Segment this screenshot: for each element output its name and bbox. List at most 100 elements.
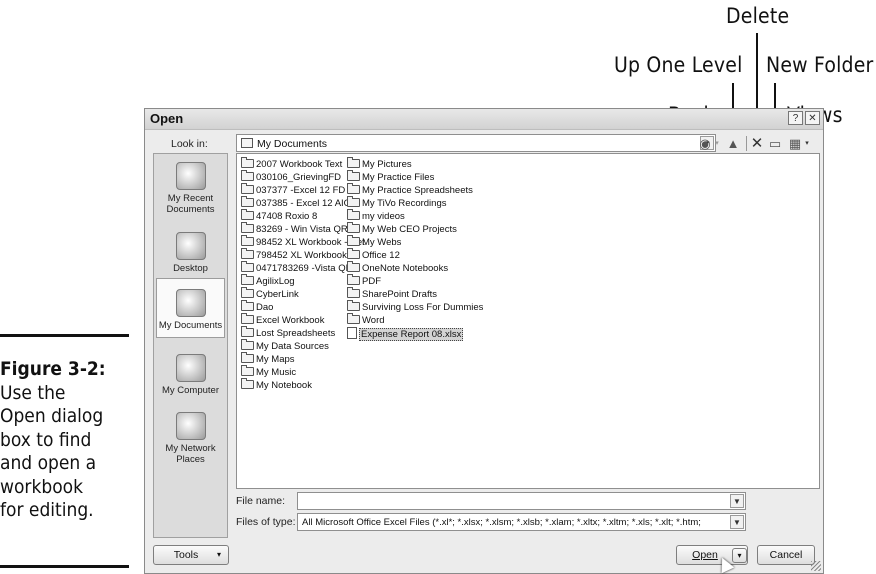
open-dropdown-button[interactable]: ▾ — [732, 548, 747, 563]
folder-icon — [241, 196, 254, 207]
list-item-label: 0471783269 -Vista QR — [256, 263, 353, 274]
cancel-button-label: Cancel — [769, 549, 803, 561]
list-item[interactable]: Office 12 — [347, 248, 400, 262]
list-item[interactable]: 2007 Workbook Text — [241, 157, 342, 171]
folder-icon — [241, 261, 254, 272]
list-item-selected[interactable]: Expense Report 08.xlsx — [347, 327, 464, 341]
delete-x-icon[interactable]: ✕ — [749, 136, 765, 151]
help-icon[interactable]: ? — [788, 111, 803, 125]
list-item[interactable]: 037385 - Excel 12 AIO — [241, 196, 352, 210]
chevron-down-icon: ▾ — [216, 550, 221, 559]
look-in-combo[interactable]: My Documents ▼ — [236, 134, 716, 152]
list-item[interactable]: My Practice Files — [347, 170, 434, 184]
tivo-folder-icon — [347, 196, 360, 207]
files-of-type-select[interactable]: All Microsoft Office Excel Files (*.xl*;… — [297, 513, 746, 531]
close-icon[interactable]: ✕ — [805, 111, 820, 125]
list-item-label: 798452 XL Workbook — [256, 250, 347, 261]
folder-icon — [241, 222, 254, 233]
place-my-documents[interactable]: My Documents — [156, 278, 225, 338]
list-item[interactable]: AgilixLog — [241, 274, 295, 288]
folder-icon — [241, 209, 254, 220]
list-item[interactable]: My Data Sources — [241, 339, 329, 353]
list-item-label: Dao — [256, 302, 274, 313]
folder-icon — [347, 222, 360, 233]
list-item[interactable]: SharePoint Drafts — [347, 287, 437, 301]
place-label: My Computer — [161, 385, 219, 396]
list-item[interactable]: CyberLink — [241, 287, 299, 301]
resize-grip-icon[interactable] — [811, 561, 821, 571]
list-item[interactable]: 83269 - Win Vista QR — [241, 222, 348, 236]
list-item-label: PDF — [362, 276, 381, 287]
back-dropdown-icon[interactable]: ▾ — [713, 137, 721, 151]
list-item-label: Expense Report 08.xlsx — [359, 328, 464, 341]
folder-icon — [347, 300, 360, 311]
figure-number: Figure 3-2: — [0, 358, 106, 380]
new-folder-icon[interactable]: ▭ — [767, 137, 783, 151]
folder-icon — [241, 274, 254, 285]
list-item[interactable]: My Practice Spreadsheets — [347, 183, 473, 197]
up-one-level-icon[interactable]: ▲ — [725, 137, 741, 151]
back-arrow-icon[interactable]: ◉ — [697, 137, 713, 151]
files-of-type-label: Files of type: — [236, 516, 296, 528]
list-item-label: My Music — [256, 367, 297, 378]
list-item-label: My Pictures — [362, 159, 412, 170]
recent-documents-icon — [175, 162, 206, 190]
list-item[interactable]: OneNote Notebooks — [347, 261, 448, 275]
list-item-label: AgilixLog — [256, 276, 295, 287]
caption-bottom-rule — [0, 565, 129, 568]
place-label: My Network Places — [165, 443, 216, 465]
list-item[interactable]: My Web CEO Projects — [347, 222, 457, 236]
list-item-label: My Notebook — [256, 380, 312, 391]
caption-line-1: Use the — [0, 381, 66, 404]
list-item[interactable]: 030106_GrievingFD — [241, 170, 341, 184]
network-places-icon — [175, 412, 206, 440]
list-item[interactable]: My TiVo Recordings — [347, 196, 446, 210]
file-list[interactable]: 2007 Workbook Text 030106_GrievingFD 037… — [236, 153, 820, 489]
list-item[interactable]: 47408 Roxio 8 — [241, 209, 318, 223]
list-item[interactable]: Excel Workbook — [241, 313, 324, 327]
list-item[interactable]: My Maps — [241, 352, 295, 366]
list-item[interactable]: Word — [347, 313, 385, 327]
list-item[interactable]: My Notebook — [241, 378, 312, 392]
list-item[interactable]: 037377 -Excel 12 FD — [241, 183, 345, 197]
my-computer-icon — [175, 354, 206, 382]
list-item-label: SharePoint Drafts — [362, 289, 437, 300]
callout-up-one-level: Up One Level — [614, 53, 743, 77]
folder-icon — [347, 170, 360, 181]
place-my-computer[interactable]: My Computer — [156, 354, 225, 396]
list-item[interactable]: 798452 XL Workbook — [241, 248, 347, 262]
list-item[interactable]: Surviving Loss For Dummies — [347, 300, 483, 314]
folder-icon — [241, 300, 254, 311]
folder-icon — [241, 378, 254, 389]
place-label: Desktop — [173, 263, 208, 274]
folder-icon — [347, 261, 360, 272]
list-item-label: Word — [362, 315, 385, 326]
dialog-title: Open — [150, 111, 184, 126]
caption-line-5: workbook — [0, 475, 84, 498]
excel-file-icon — [347, 327, 357, 339]
place-desktop[interactable]: Desktop — [156, 232, 225, 274]
file-name-field[interactable]: ▼ — [297, 492, 746, 510]
list-item[interactable]: my videos — [347, 209, 405, 223]
list-item[interactable]: Lost Spreadsheets — [241, 326, 335, 340]
list-item[interactable]: My Music — [241, 365, 297, 379]
list-item[interactable]: 0471783269 -Vista QR — [241, 261, 353, 275]
views-icon[interactable]: ▦ — [787, 137, 803, 151]
tools-button[interactable]: Tools ▾ — [153, 545, 229, 565]
open-dialog: Open ? ✕ Look in: My Documents ▼ ◉ ▾ ▲ ✕… — [144, 108, 824, 574]
list-item-label: 47408 Roxio 8 — [256, 211, 318, 222]
list-item-label: 037385 - Excel 12 AIO — [256, 198, 352, 209]
cancel-button[interactable]: Cancel — [757, 545, 815, 565]
open-button-label: Open — [692, 549, 718, 561]
place-my-network-places[interactable]: My Network Places — [156, 412, 225, 465]
list-item[interactable]: My Pictures — [347, 157, 412, 171]
desktop-icon — [175, 232, 206, 260]
file-name-label: File name: — [236, 495, 286, 507]
caption-line-2: Open dialog — [0, 405, 104, 427]
views-dropdown-icon[interactable]: ▾ — [803, 137, 811, 151]
place-my-recent-documents[interactable]: My Recent Documents — [156, 162, 225, 215]
list-item[interactable]: My Webs — [347, 235, 401, 249]
chevron-down-icon[interactable]: ▼ — [730, 515, 744, 529]
folder-icon — [241, 287, 254, 298]
chevron-down-icon[interactable]: ▼ — [730, 494, 744, 508]
